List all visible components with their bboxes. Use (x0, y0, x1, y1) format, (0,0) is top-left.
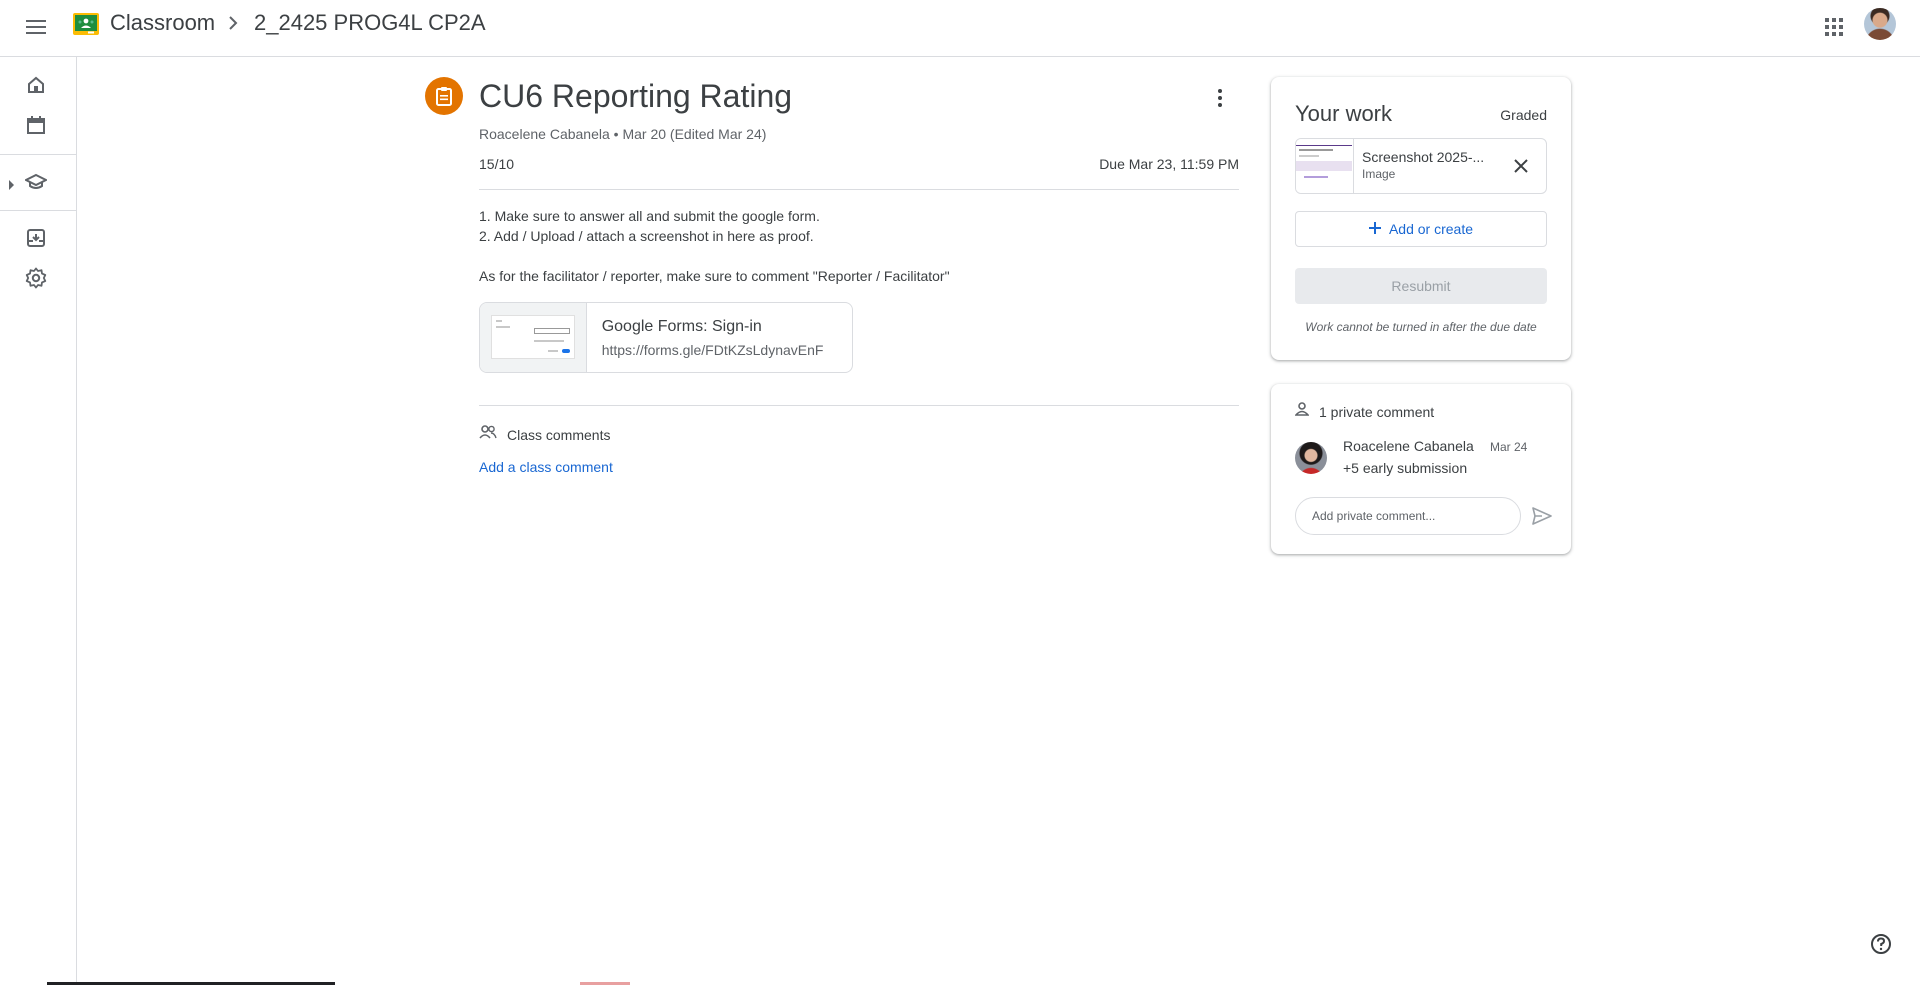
rail-divider (0, 154, 76, 155)
resubmit-button[interactable]: Resubmit (1295, 268, 1547, 304)
private-comments-card: 1 private comment Roacelene Cabanela Mar… (1271, 384, 1571, 554)
gear-icon[interactable] (22, 264, 50, 292)
archive-icon[interactable] (22, 224, 50, 252)
comments-divider (479, 405, 1239, 406)
class-comments-header: Class comments (479, 425, 610, 444)
description-line: 2. Add / Upload / attach a screenshot in… (479, 228, 814, 244)
calendar-icon[interactable] (22, 111, 50, 139)
navigation-rail (0, 57, 77, 985)
plus-icon (1368, 221, 1381, 237)
meta-separator: • (613, 126, 619, 142)
comment-author: Roacelene Cabanela (1343, 438, 1474, 454)
account-avatar[interactable] (1864, 8, 1896, 40)
close-icon[interactable] (1508, 153, 1534, 179)
person-icon (1294, 402, 1310, 421)
your-work-title: Your work (1295, 101, 1393, 126)
your-work-card: Your work Graded Screenshot 2025-... Ima… (1271, 77, 1571, 360)
assignment-icon (425, 77, 463, 115)
file-thumbnail (1296, 139, 1354, 193)
send-icon[interactable] (1529, 503, 1555, 529)
assignment-due-date: Due Mar 23, 11:59 PM (1099, 156, 1239, 172)
assignment-author: Roacelene Cabanela (479, 126, 610, 142)
file-name: Screenshot 2025-... (1362, 149, 1485, 165)
assignment-description: 1. Make sure to answer all and submit th… (479, 206, 950, 286)
attached-file[interactable]: Screenshot 2025-... Image (1295, 138, 1547, 194)
more-vert-icon[interactable] (1206, 84, 1234, 112)
late-submission-note: Work cannot be turned in after the due d… (1305, 320, 1537, 334)
add-class-comment-link[interactable]: Add a class comment (479, 459, 613, 475)
description-line: 1. Make sure to answer all and submit th… (479, 208, 820, 224)
assignment-title: CU6 Reporting Rating (479, 78, 793, 114)
avatar (1295, 442, 1327, 474)
top-app-bar: Classroom 2_2425 PROG4L CP2A (0, 0, 1920, 57)
attachment-thumbnail (480, 303, 587, 372)
app-title[interactable]: Classroom (110, 10, 215, 36)
menu-icon[interactable] (20, 11, 52, 43)
comment-date: Mar 24 (1490, 440, 1528, 454)
comment-text: +5 early submission (1343, 460, 1468, 476)
description-line: As for the facilitator / reporter, make … (479, 268, 950, 284)
add-or-create-label: Add or create (1388, 221, 1474, 237)
home-icon[interactable] (22, 71, 50, 99)
attachment-card[interactable]: Google Forms: Sign-in https://forms.gle/… (479, 302, 853, 373)
help-icon[interactable] (1868, 931, 1894, 957)
add-or-create-button[interactable]: Add or create (1295, 211, 1547, 247)
private-comments-header: 1 private comment (1294, 402, 1435, 421)
chevron-right-icon (226, 14, 240, 32)
apps-grid-icon[interactable] (1818, 11, 1850, 43)
header-divider (479, 189, 1239, 190)
breadcrumb-class-name[interactable]: 2_2425 PROG4L CP2A (254, 10, 486, 36)
classroom-logo[interactable] (73, 13, 99, 35)
private-comment-input[interactable] (1295, 497, 1521, 535)
school-cap-icon[interactable] (22, 168, 50, 196)
assignment-points: 15/10 (479, 156, 515, 172)
assignment-meta: Roacelene Cabanela • Mar 20 (Edited Mar … (479, 126, 766, 142)
status-badge: Graded (1500, 107, 1547, 123)
rail-divider (0, 210, 76, 211)
people-icon (479, 425, 497, 444)
attachment-title: Google Forms: Sign-in (601, 318, 762, 335)
file-type: Image (1362, 167, 1396, 181)
assignment-posted-date: Mar 20 (Edited Mar 24) (622, 126, 767, 142)
class-comments-label: Class comments (507, 426, 611, 443)
caret-right-icon[interactable] (8, 177, 16, 190)
private-comments-count: 1 private comment (1319, 403, 1435, 420)
attachment-url: https://forms.gle/FDtKZsLdynavEnF (601, 342, 824, 358)
